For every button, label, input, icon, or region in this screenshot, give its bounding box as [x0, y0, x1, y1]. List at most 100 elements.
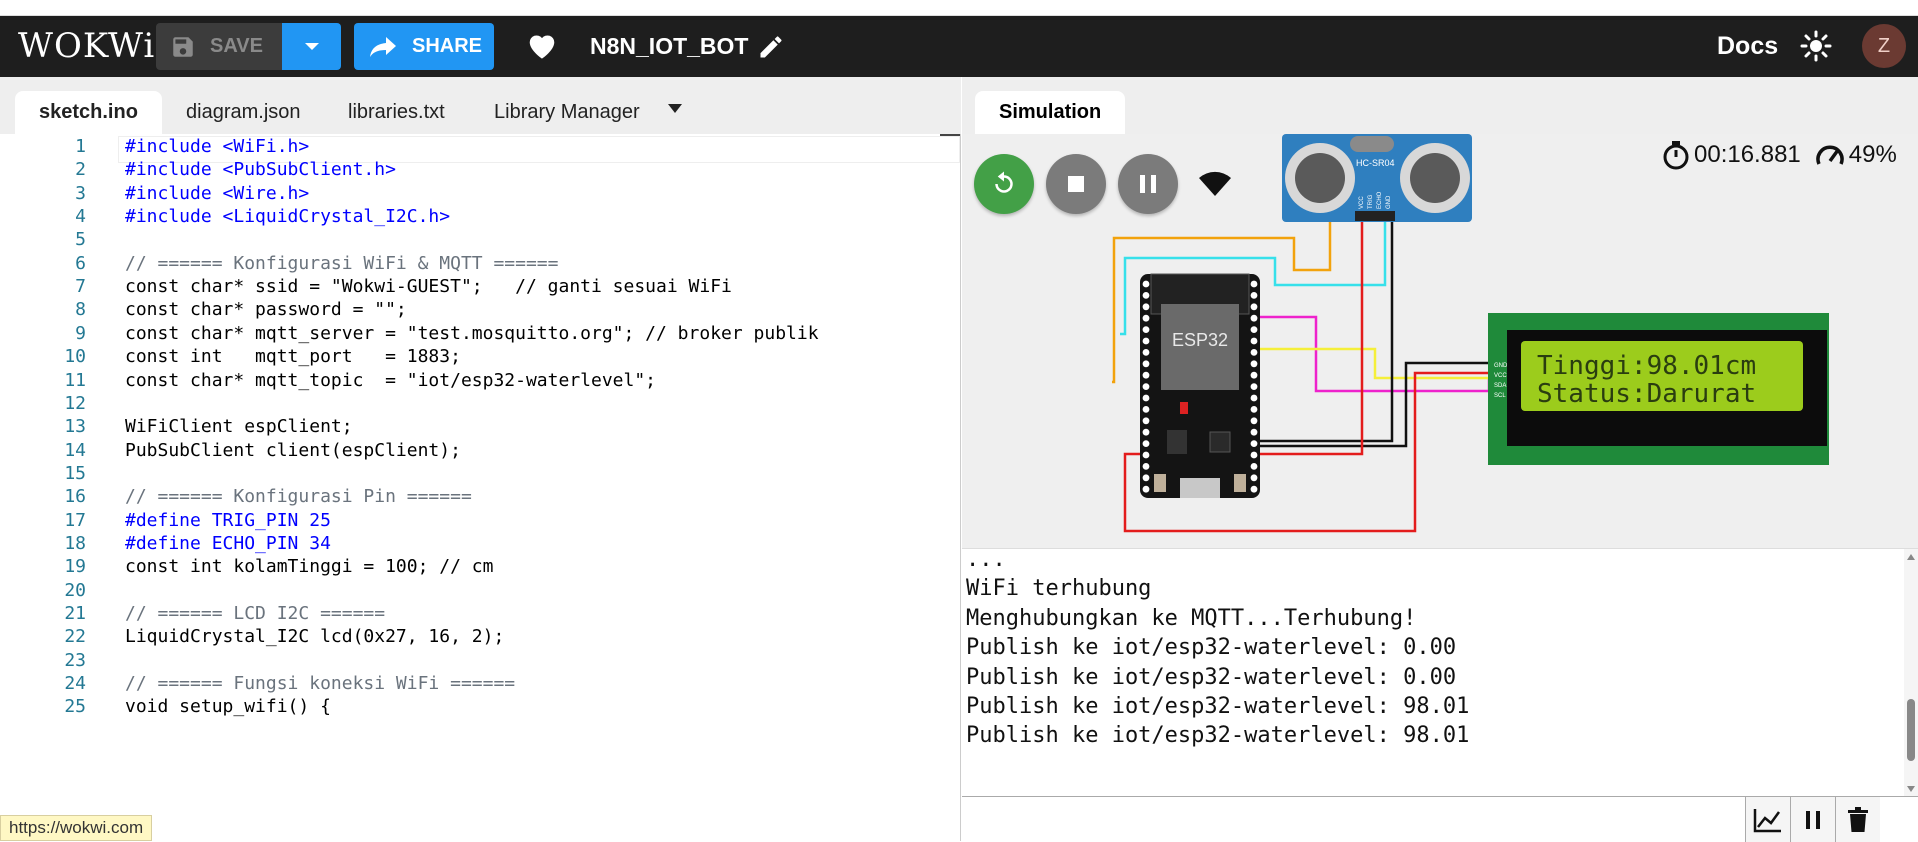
code-line[interactable]: 17 #define TRIG_PIN 25: [0, 509, 960, 532]
docs-link[interactable]: Docs: [1717, 32, 1778, 61]
code-line[interactable]: 9 const char* mqtt_server = "test.mosquit…: [0, 322, 960, 345]
code-line[interactable]: 14 PubSubClient client(espClient);: [0, 439, 960, 462]
tabs-menu-caret-icon[interactable]: [668, 104, 682, 113]
save-dropdown-button[interactable]: [282, 23, 341, 70]
serial-pause-button[interactable]: [1790, 797, 1835, 842]
theme-sun-icon[interactable]: [1800, 30, 1832, 62]
code-line[interactable]: 19 const int kolamTinggi = 100; // cm: [0, 555, 960, 578]
code-line[interactable]: 4 #include <LiquidCrystal_I2C.h>: [0, 205, 960, 228]
line-number: 8: [75, 299, 86, 321]
serial-monitor[interactable]: ... WiFi terhubung Menghubungkan ke MQTT..…: [962, 547, 1918, 797]
simulation-canvas[interactable]: 00:16.881 49% HC-SR04 VCC TRIG ECHO GND …: [962, 134, 1918, 548]
lcd-pin-vcc: VCC: [1494, 373, 1507, 379]
line-number: 13: [64, 416, 86, 438]
code-text: PubSubClient client(espClient);: [125, 439, 461, 461]
code-line[interactable]: 24 // ====== Fungsi koneksi WiFi ======: [0, 672, 960, 695]
simulation-tabbar: Simulation: [962, 77, 1918, 134]
scroll-down-icon[interactable]: [1907, 785, 1915, 793]
serial-clear-button[interactable]: [1835, 797, 1880, 842]
heart-icon[interactable]: [525, 30, 559, 60]
line-number: 6: [75, 252, 86, 274]
hc-sr04-sensor[interactable]: HC-SR04 VCC TRIG ECHO GND: [1282, 134, 1472, 222]
simulation-pane: Simulation 00:16.881 49% HC-SR04 VCC TRI…: [962, 77, 1918, 842]
esp32-pin: [1250, 326, 1258, 333]
esp32-pin: [1142, 394, 1150, 402]
esp32-pin: [1250, 360, 1258, 368]
serial-scroll-thumb[interactable]: [1907, 699, 1915, 761]
code-text: const char* ssid = "Wokwi-GUEST"; // gan…: [125, 276, 732, 298]
code-text: #include <LiquidCrystal_I2C.h>: [125, 206, 451, 228]
tab-library-manager[interactable]: Library Manager: [470, 91, 664, 134]
code-text: WiFiClient espClient;: [125, 416, 353, 438]
esp32-board[interactable]: ESP32: [1140, 273, 1260, 498]
line-number: 21: [64, 603, 86, 624]
code-line[interactable]: 6 // ====== Konfigurasi WiFi & MQTT =====…: [0, 252, 960, 275]
save-button[interactable]: SAVE: [156, 23, 282, 70]
sensor-pin-echo: ECHO: [1377, 191, 1383, 209]
code-line[interactable]: 16 // ====== Konfigurasi Pin ======: [0, 485, 960, 508]
user-avatar[interactable]: Z: [1862, 24, 1906, 68]
esp32-pin: [1142, 485, 1150, 493]
code-line[interactable]: 11 const char* mqtt_topic = "iot/esp32-wa…: [0, 369, 960, 392]
esp32-pin: [1142, 440, 1150, 447]
lcd-line-1: Tinggi:98.01cm: [1537, 351, 1756, 381]
line-number: 20: [64, 579, 86, 601]
serial-input[interactable]: [962, 797, 1745, 841]
code-line[interactable]: 7 const char* ssid = "Wokwi-GUEST"; // ga…: [0, 275, 960, 298]
wokwi-logo[interactable]: WOKWi: [18, 26, 155, 66]
esp32-pin: [1142, 451, 1150, 459]
line-number: 16: [64, 486, 86, 508]
code-line[interactable]: 1 #include <WiFi.h>: [0, 135, 960, 158]
esp32-pin: [1250, 394, 1258, 402]
code-line[interactable]: 5: [0, 228, 960, 251]
esp32-pin: [1250, 417, 1258, 425]
esp32-pin: [1250, 474, 1258, 482]
status-bar-url: https://wokwi.com: [0, 815, 153, 841]
code-line[interactable]: 25 void setup_wifi() {: [0, 695, 960, 718]
code-line[interactable]: 18 #define ECHO_PIN 34: [0, 532, 960, 555]
plotter-button[interactable]: [1745, 797, 1790, 842]
code-line[interactable]: 13 WiFiClient espClient;: [0, 415, 960, 438]
code-line[interactable]: 21 // ====== LCD I2C ======: [0, 602, 960, 625]
code-text: const char* mqtt_topic = "iot/esp32-wate…: [125, 369, 657, 391]
lcd-1602-i2c[interactable]: Tinggi:98.01cm Status:Darurat GND VCC SD…: [1488, 313, 1829, 465]
line-number: 4: [75, 206, 86, 228]
lcd-pin-gnd: GND: [1494, 363, 1508, 369]
line-number: 3: [75, 182, 86, 204]
esp32-pin: [1142, 428, 1150, 436]
esp32-pin: [1250, 451, 1258, 459]
code-line[interactable]: 22 LiquidCrystal_I2C lcd(0x27, 16, 2);: [0, 625, 960, 648]
serial-line: Publish ke iot/esp32-waterlevel: 98.01: [966, 723, 1470, 749]
save-group: SAVE: [156, 23, 341, 70]
code-text: // ====== LCD I2C ======: [125, 603, 386, 624]
esp32-pin: [1142, 314, 1150, 322]
esp32-pin: [1250, 463, 1258, 470]
esp32-pin: [1250, 303, 1258, 311]
esp32-pin: [1250, 337, 1258, 345]
tab-diagram-json[interactable]: diagram.json: [162, 91, 325, 134]
scroll-up-icon[interactable]: [1907, 553, 1915, 561]
code-line[interactable]: 10 const int mqtt_port = 1883;: [0, 345, 960, 368]
tab-simulation[interactable]: Simulation: [975, 91, 1126, 134]
edit-pencil-icon[interactable]: [757, 33, 785, 61]
sensor-model-label: HC-SR04: [1356, 158, 1395, 168]
esp32-pin: [1142, 463, 1150, 470]
code-line[interactable]: 2 #include <PubSubClient.h>: [0, 158, 960, 181]
code-editor[interactable]: 1 #include <WiFi.h> 2 #include <PubSubClien…: [0, 134, 960, 841]
line-number: 18: [64, 532, 86, 554]
code-line[interactable]: 15: [0, 462, 960, 485]
caret-down-icon: [304, 42, 319, 50]
lcd-pin-scl: SCL: [1494, 393, 1506, 399]
code-line[interactable]: 23: [0, 649, 960, 672]
code-text: #define ECHO_PIN 34: [125, 532, 331, 554]
share-button[interactable]: SHARE: [354, 23, 494, 70]
code-line[interactable]: 3 #include <Wire.h>: [0, 182, 960, 205]
code-line[interactable]: 8 const char* password = "";: [0, 298, 960, 321]
code-line[interactable]: 20: [0, 579, 960, 602]
serial-scrollbar[interactable]: [1904, 549, 1918, 797]
code-line[interactable]: 12: [0, 392, 960, 415]
tab-sketch-ino[interactable]: sketch.ino: [15, 91, 162, 134]
tab-libraries-txt[interactable]: libraries.txt: [324, 91, 469, 134]
esp32-pin: [1142, 406, 1150, 413]
serial-input-bar: [962, 796, 1918, 842]
